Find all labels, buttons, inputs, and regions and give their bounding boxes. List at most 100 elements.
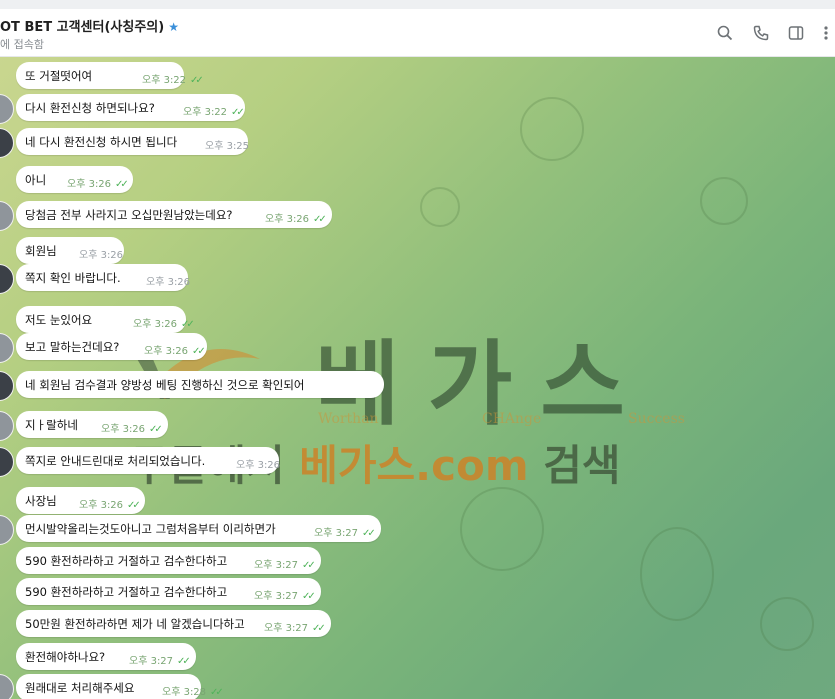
message-bubble[interactable]: 다시 환전신청 하면되나요? 오후 3:22 ✓✓ bbox=[16, 94, 245, 121]
message-time: 오후 3:26 bbox=[79, 250, 124, 261]
avatar[interactable] bbox=[0, 128, 14, 158]
message-meta: 오후 3:27 ✓✓ bbox=[129, 652, 191, 667]
message-bubble[interactable]: 네 다시 환전신청 하시면 됩니다 오후 3:25 bbox=[16, 128, 249, 155]
message-bubble[interactable]: 회원님 오후 3:26 bbox=[16, 237, 124, 264]
chat-area[interactable]: 베가스 Worthan CHAnge Success 구글에서 베가스.com … bbox=[0, 57, 835, 699]
avatar[interactable] bbox=[0, 447, 14, 477]
message-bubble[interactable]: 지ㅏ랄하네 오후 3:26 ✓✓ bbox=[16, 411, 168, 438]
message-bubble[interactable]: 아니 오후 3:26 ✓✓ bbox=[16, 166, 133, 193]
message-bubble[interactable]: 환전해야하나요? 오후 3:27 ✓✓ bbox=[16, 643, 196, 670]
message-meta: 오후 3:22 ✓✓ bbox=[183, 103, 245, 118]
avatar[interactable] bbox=[0, 333, 14, 363]
message-text: 다시 환전신청 하면되나요? bbox=[25, 101, 155, 115]
avatar[interactable] bbox=[0, 201, 14, 231]
message-time: 오후 3:26 bbox=[79, 500, 124, 511]
avatar[interactable] bbox=[0, 264, 14, 294]
message-time: 오후 3:26 bbox=[265, 214, 310, 225]
message-bubble[interactable]: 당첨금 전부 사라지고 오십만원남았는데요? 오후 3:26 ✓✓ bbox=[16, 201, 332, 228]
read-check-icon: ✓✓ bbox=[115, 179, 129, 190]
message-time: 오후 3:26 bbox=[101, 424, 146, 435]
message-time: 오후 3:27 bbox=[254, 591, 299, 602]
message-meta: 오후 3:26 bbox=[146, 273, 190, 288]
message-bubble[interactable]: 네 회원님 검수결과 양방성 베팅 진행하신 것으로 확인되어 bbox=[16, 371, 384, 398]
message-bubble[interactable]: 590 환전하라하고 거절하고 검수한다하고 오후 3:27 ✓✓ bbox=[16, 578, 321, 605]
avatar[interactable] bbox=[0, 371, 14, 401]
sidebar-toggle-icon[interactable] bbox=[786, 23, 806, 43]
message-text: 쪽지로 안내드린대로 처리되었습니다. bbox=[25, 454, 206, 468]
read-check-icon: ✓✓ bbox=[231, 107, 245, 118]
read-check-icon: ✓✓ bbox=[127, 500, 141, 511]
read-check-icon: ✓✓ bbox=[181, 319, 195, 330]
avatar[interactable] bbox=[0, 94, 14, 124]
message-bubble[interactable]: 쪽지로 안내드린대로 처리되었습니다. 오후 3:26 bbox=[16, 447, 280, 474]
message-time: 오후 3:25 bbox=[205, 141, 250, 152]
message-bubble[interactable]: 저도 눈있어요 오후 3:26 ✓✓ bbox=[16, 306, 195, 333]
read-check-icon: ✓✓ bbox=[177, 656, 191, 667]
message-text: 저도 눈있어요 bbox=[25, 313, 93, 327]
message-meta: 오후 3:27 ✓✓ bbox=[254, 587, 316, 602]
message-bubble[interactable]: 590 환전하라하고 거절하고 검수한다하고 오후 3:27 ✓✓ bbox=[16, 547, 321, 574]
chat-header[interactable]: OT BET 고객센터(사칭주의) ★ 에 접속함 bbox=[0, 9, 835, 57]
message-meta: 오후 3:28 ✓✓ bbox=[162, 683, 224, 698]
search-icon[interactable] bbox=[715, 23, 735, 43]
read-check-icon: ✓✓ bbox=[302, 560, 316, 571]
read-check-icon: ✓✓ bbox=[192, 346, 206, 357]
avatar[interactable] bbox=[0, 515, 14, 545]
message-time: 오후 3:26 bbox=[133, 319, 178, 330]
message-text: 사장님 bbox=[25, 494, 57, 508]
message-time: 오후 3:27 bbox=[129, 656, 174, 667]
avatar[interactable] bbox=[0, 411, 14, 441]
message-meta: 오후 3:26 bbox=[79, 246, 123, 261]
phone-icon[interactable] bbox=[751, 23, 771, 43]
message-meta: 오후 3:26 ✓✓ bbox=[265, 210, 327, 225]
background-doodle bbox=[460, 487, 544, 571]
message-text: 지ㅏ랄하네 bbox=[25, 418, 78, 432]
message-bubble[interactable]: 먼시발약올리는것도아니고 그럼처음부터 이리하면가 오후 3:27 ✓✓ bbox=[16, 515, 381, 542]
message-text: 네 회원님 검수결과 양방성 베팅 진행하신 것으로 확인되어 bbox=[25, 378, 305, 392]
watermark-tag-mid: CHAnge bbox=[482, 411, 542, 427]
read-check-icon: ✓✓ bbox=[313, 214, 327, 225]
read-check-icon: ✓✓ bbox=[362, 528, 376, 539]
avatar[interactable] bbox=[0, 674, 14, 699]
message-text: 590 환전하라하고 거절하고 검수한다하고 bbox=[25, 585, 228, 599]
message-text: 네 다시 환전신청 하시면 됩니다 bbox=[25, 135, 178, 149]
message-text: 환전해야하나요? bbox=[25, 650, 106, 664]
message-bubble[interactable]: 50만원 환전하라하면 제가 네 알겠습니다하고 오후 3:27 ✓✓ bbox=[16, 610, 331, 637]
message-text: 당첨금 전부 사라지고 오십만원남았는데요? bbox=[25, 208, 233, 222]
read-check-icon: ✓✓ bbox=[302, 591, 316, 602]
read-check-icon: ✓✓ bbox=[149, 424, 163, 435]
message-bubble[interactable]: 원래대로 처리해주세요 오후 3:28 ✓✓ bbox=[16, 674, 224, 699]
message-time: 오후 3:26 bbox=[146, 277, 191, 288]
watermark-search-suffix: 검색 bbox=[528, 441, 621, 490]
message-time: 오후 3:26 bbox=[144, 346, 189, 357]
read-check-icon: ✓✓ bbox=[210, 687, 224, 698]
watermark-tag-left: Worthan bbox=[318, 411, 379, 427]
message-meta: 오후 3:26 ✓✓ bbox=[144, 342, 206, 357]
message-meta: 오후 3:22 ✓✓ bbox=[142, 71, 204, 86]
message-bubble[interactable]: 쪽지 확인 바랍니다. 오후 3:26 bbox=[16, 264, 190, 291]
message-time: 오후 3:22 bbox=[183, 107, 228, 118]
window-top-strip bbox=[0, 0, 835, 9]
message-bubble[interactable]: 보고 말하는건데요? 오후 3:26 ✓✓ bbox=[16, 333, 207, 360]
message-text: 590 환전하라하고 거절하고 검수한다하고 bbox=[25, 554, 228, 568]
message-time: 오후 3:27 bbox=[264, 623, 309, 634]
message-text: 또 거절떳어여 bbox=[25, 69, 93, 83]
message-text: 쪽지 확인 바랍니다. bbox=[25, 271, 121, 285]
message-text: 먼시발약올리는것도아니고 그럼처음부터 이리하면가 bbox=[25, 522, 276, 536]
message-meta: 오후 3:27 ✓✓ bbox=[254, 556, 316, 571]
message-meta: 오후 3:25 bbox=[205, 137, 249, 152]
message-bubble[interactable]: 또 거절떳어여 오후 3:22 ✓✓ bbox=[16, 62, 204, 89]
more-icon[interactable] bbox=[816, 23, 835, 43]
message-bubble[interactable]: 사장님 오후 3:26 ✓✓ bbox=[16, 487, 145, 514]
message-time: 오후 3:26 bbox=[67, 179, 112, 190]
background-doodle bbox=[640, 527, 714, 621]
chat-title-text: OT BET 고객센터(사칭주의) bbox=[0, 20, 165, 35]
message-meta: 오후 3:27 ✓✓ bbox=[264, 619, 326, 634]
background-doodle bbox=[520, 97, 584, 161]
message-time: 오후 3:22 bbox=[142, 75, 187, 86]
message-meta: 오후 3:27 ✓✓ bbox=[314, 524, 376, 539]
message-meta: 오후 3:26 bbox=[236, 456, 280, 471]
message-time: 오후 3:27 bbox=[314, 528, 359, 539]
message-meta: 오후 3:26 ✓✓ bbox=[79, 496, 141, 511]
chat-title[interactable]: OT BET 고객센터(사칭주의) ★ bbox=[0, 16, 179, 35]
